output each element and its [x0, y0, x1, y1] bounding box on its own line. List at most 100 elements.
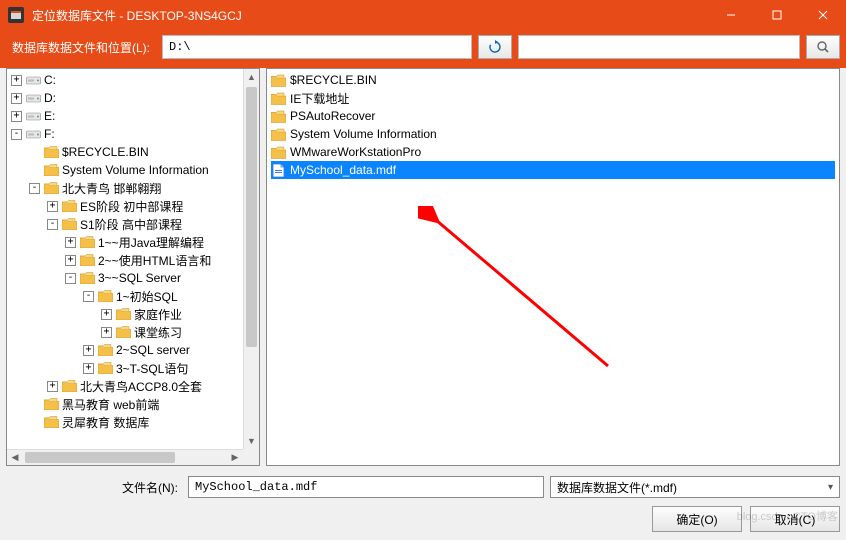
expand-icon[interactable]: + [65, 237, 76, 248]
scroll-up-icon[interactable]: ▲ [244, 69, 259, 85]
folder-icon [271, 128, 286, 141]
tree-item-label: 北大青鸟ACCP8.0全套 [80, 378, 202, 395]
tree-item[interactable]: -S1阶段 高中部课程 [7, 215, 243, 233]
folder-icon [44, 182, 59, 194]
tree-item[interactable]: 黑马教育 web前端 [7, 395, 243, 413]
tree-item[interactable]: 灵犀教育 数据库 [7, 413, 243, 431]
list-item[interactable]: System Volume Information [271, 125, 835, 143]
folder-icon [62, 200, 77, 212]
expand-icon[interactable]: + [11, 93, 22, 104]
folder-icon [116, 326, 131, 338]
scroll-left-icon[interactable]: ◀ [7, 450, 23, 465]
collapse-icon[interactable]: - [65, 273, 76, 284]
collapse-icon[interactable]: - [29, 183, 40, 194]
tree-item[interactable]: + 北大青鸟ACCP8.0全套 [7, 377, 243, 395]
drive-icon [26, 74, 41, 86]
collapse-icon[interactable]: - [83, 291, 94, 302]
tree-item[interactable]: + C: [7, 71, 243, 89]
tree-item-label: 2~~使用HTML语言和 [98, 252, 211, 269]
tree-item[interactable]: + D: [7, 89, 243, 107]
scroll-right-icon[interactable]: ▶ [227, 450, 243, 465]
refresh-button[interactable] [478, 35, 512, 59]
folder-icon [271, 92, 286, 105]
tree-item[interactable]: +3~T-SQL语句 [7, 359, 243, 377]
tree-item-label: C: [44, 73, 56, 87]
scroll-down-icon[interactable]: ▼ [244, 433, 259, 449]
window-title: 定位数据库文件 - DESKTOP-3NS4GCJ [32, 7, 708, 24]
filename-input[interactable] [188, 476, 544, 498]
tree-item-label: $RECYCLE.BIN [62, 145, 149, 159]
folder-icon [271, 74, 286, 87]
tree-item-label: 3~T-SQL语句 [116, 360, 188, 377]
search-input[interactable] [518, 35, 800, 59]
folder-icon [80, 254, 95, 266]
list-item[interactable]: $RECYCLE.BIN [271, 71, 835, 89]
tree-item-label: F: [44, 127, 55, 141]
tree-scrollbar-vertical[interactable]: ▲ ▼ [243, 69, 259, 449]
expand-icon[interactable]: + [101, 327, 112, 338]
tree-item[interactable]: - F: [7, 125, 243, 143]
filetype-select[interactable]: 数据库数据文件(*.mdf) ▾ [550, 476, 840, 498]
drive-icon [26, 110, 41, 122]
expand-icon[interactable]: + [83, 345, 94, 356]
tree-item-label: 1~初始SQL [116, 288, 178, 305]
maximize-button[interactable] [754, 0, 800, 30]
list-item-label: $RECYCLE.BIN [289, 73, 378, 87]
drive-icon [26, 128, 41, 140]
list-item[interactable]: MySchool_data.mdf [271, 161, 835, 179]
tree-item-label: 灵犀教育 数据库 [62, 414, 149, 431]
tree-item[interactable]: - 3~~SQL Server [7, 269, 243, 287]
search-button[interactable] [806, 35, 840, 59]
tree-item[interactable]: $RECYCLE.BIN [7, 143, 243, 161]
tree-item[interactable]: - 北大青鸟 邯郸翱翔 [7, 179, 243, 197]
file-list[interactable]: $RECYCLE.BIN IE下载地址 PSAutoRecover System Vo… [266, 68, 840, 466]
minimize-button[interactable] [708, 0, 754, 30]
tree-item-label: 家庭作业 [134, 306, 182, 323]
tree-item[interactable]: System Volume Information [7, 161, 243, 179]
tree-item[interactable]: +2~SQL server [7, 341, 243, 359]
expand-icon[interactable]: + [65, 255, 76, 266]
tree-item-label: D: [44, 91, 56, 105]
expand-icon[interactable]: + [101, 309, 112, 320]
tree-item[interactable]: +1~~用Java理解编程 [7, 233, 243, 251]
list-item[interactable]: IE下载地址 [271, 89, 835, 107]
scroll-thumb[interactable] [25, 452, 175, 463]
tree-item[interactable]: +ES阶段 初中部课程 [7, 197, 243, 215]
tree-item[interactable]: +2~~使用HTML语言和 [7, 251, 243, 269]
folder-tree[interactable]: + C: + D: +E: - F: $RECYCLE.BIN System Volume In… [6, 68, 260, 466]
tree-item-label: 黑马教育 web前端 [62, 396, 159, 413]
expand-icon[interactable]: + [83, 363, 94, 374]
expand-icon[interactable]: + [47, 381, 58, 392]
expand-icon[interactable]: + [11, 111, 22, 122]
folder-icon [80, 236, 95, 248]
expand-icon[interactable]: + [11, 75, 22, 86]
tree-item[interactable]: - 1~初始SQL [7, 287, 243, 305]
folder-icon [98, 290, 113, 302]
expand-icon[interactable]: + [47, 201, 58, 212]
tree-item[interactable]: + 家庭作业 [7, 305, 243, 323]
list-item-label: PSAutoRecover [289, 109, 376, 123]
scroll-thumb[interactable] [246, 87, 257, 347]
list-item[interactable]: WMwareWorKstationPro [271, 143, 835, 161]
folder-icon [44, 416, 59, 428]
folder-icon [62, 380, 77, 392]
collapse-icon[interactable]: - [11, 129, 22, 140]
file-icon [271, 164, 286, 177]
close-button[interactable] [800, 0, 846, 30]
tree-item-label: 北大青鸟 邯郸翱翔 [62, 180, 161, 197]
collapse-icon[interactable]: - [47, 219, 58, 230]
tree-scrollbar-horizontal[interactable]: ◀ ▶ [7, 449, 243, 465]
folder-icon [80, 272, 95, 284]
tree-item[interactable]: +E: [7, 107, 243, 125]
list-item[interactable]: PSAutoRecover [271, 107, 835, 125]
location-label: 数据库数据文件和位置(L): [6, 39, 156, 56]
list-item-label: IE下载地址 [289, 90, 350, 107]
ok-button[interactable]: 确定(O) [652, 506, 742, 532]
app-icon [8, 7, 24, 23]
bottom-bar: 文件名(N): 数据库数据文件(*.mdf) ▾ 确定(O) 取消(C) [6, 474, 840, 534]
tree-item-label: System Volume Information [62, 163, 209, 177]
folder-icon [116, 308, 131, 320]
tree-item[interactable]: +课堂练习 [7, 323, 243, 341]
path-input[interactable] [162, 35, 472, 59]
tree-item-label: 3~~SQL Server [98, 271, 181, 285]
